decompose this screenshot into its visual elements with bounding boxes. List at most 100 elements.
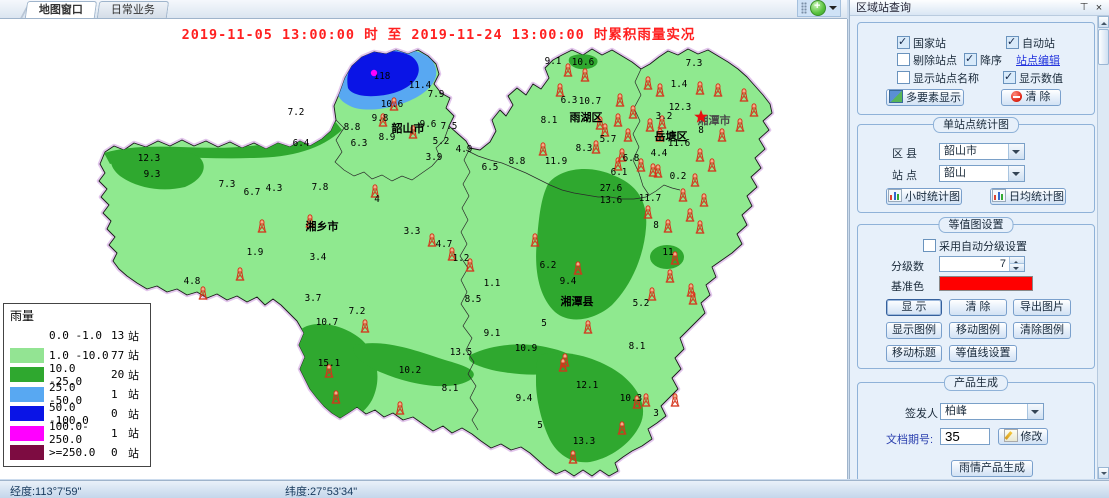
station-value: 8.8 <box>344 122 361 133</box>
modify-button[interactable]: 修改 <box>998 428 1048 445</box>
legend-count: 0 <box>111 407 128 420</box>
station-value: 6.2 <box>540 260 557 271</box>
station-value: 9.1 <box>545 56 562 67</box>
tab-map-window[interactable]: 地图窗口 <box>25 1 97 18</box>
legend-range: >=250.0 <box>49 446 111 459</box>
district-label: 韶山市 <box>392 121 425 135</box>
station-value: 6.1 <box>611 167 628 178</box>
base-color-swatch[interactable] <box>939 276 1033 291</box>
add-button[interactable] <box>810 0 826 16</box>
clear-legend-button[interactable]: 清除图例 <box>1013 322 1071 339</box>
product-generation-group: 产品生成 签发人 柏峰 文档期号: 修改 雨情产品生成 <box>857 382 1095 479</box>
station-value: 10.9 <box>515 343 537 354</box>
bar-chart-icon <box>992 189 1006 202</box>
scroll-up-icon[interactable] <box>1098 16 1109 28</box>
station-value: 4.3 <box>266 183 283 194</box>
clear-icon <box>1011 91 1022 102</box>
rain-product-button[interactable]: 雨情产品生成 <box>951 460 1033 477</box>
station-value: 7.2 <box>349 306 366 317</box>
legend-unit: 站 <box>128 347 139 363</box>
county-dropdown[interactable]: 韶山市 <box>939 143 1025 160</box>
map-canvas[interactable]: 11811.47.910.69.88.88.96.39.67.55.24.93.… <box>0 19 848 479</box>
legend-unit: 站 <box>128 445 139 461</box>
legend-title: 雨量 <box>10 307 150 324</box>
drag-grip-icon[interactable] <box>801 2 807 14</box>
station-value: 5.2 <box>433 136 450 147</box>
move-legend-button[interactable]: 移动图例 <box>949 322 1007 339</box>
spinner-down-icon[interactable] <box>1009 263 1024 271</box>
station-value: 10.3 <box>620 393 642 404</box>
daily-chart-button[interactable]: 日均统计图 <box>990 188 1066 205</box>
station-value: 4.8 <box>184 276 201 287</box>
station-value: 13.3 <box>573 436 595 447</box>
checkbox-auto-grading[interactable] <box>923 239 936 252</box>
legend-row: >=250.00站 <box>10 443 150 463</box>
bar-chart-icon <box>888 189 902 202</box>
pin-icon[interactable]: ⊤ <box>1078 2 1090 14</box>
issuer-dropdown[interactable]: 柏峰 <box>940 403 1044 420</box>
station-value: 6.5 <box>482 162 499 173</box>
station-value: 7.2 <box>288 107 305 118</box>
hourly-chart-button[interactable]: 小时统计图 <box>886 188 962 205</box>
panel-header: 区域站查询 ⊤ × <box>850 0 1109 16</box>
clear-stations-button[interactable]: 清 除 <box>1001 89 1061 106</box>
checkbox-descending[interactable] <box>964 53 977 66</box>
station-edit-link[interactable]: 站点编辑 <box>1016 52 1060 68</box>
move-title-button[interactable]: 移动标题 <box>886 345 942 362</box>
legend-row: 100.0-250.01站 <box>10 424 150 444</box>
dropdown-arrow-icon[interactable] <box>1027 404 1043 419</box>
tab-daily-business[interactable]: 日常业务 <box>97 1 169 18</box>
clear-button[interactable]: 清 除 <box>949 299 1007 316</box>
group-title: 产品生成 <box>944 375 1008 391</box>
label-show-names: 显示站点名称 <box>913 70 979 86</box>
level-count-spinner[interactable]: 7 <box>939 256 1025 272</box>
station-value: 9.4 <box>560 276 577 287</box>
station-value: 4 <box>374 194 380 205</box>
label-national-station: 国家站 <box>913 35 946 51</box>
station-value: 6.3 <box>561 95 578 106</box>
legend-swatch <box>10 328 44 343</box>
station-options-group: 国家站 自动站 剔除站点 降序 站点编辑 显示站点名称 显示数值 多要素显示 清… <box>857 22 1095 115</box>
checkbox-exclude-station[interactable] <box>897 53 910 66</box>
legend-count: 1 <box>111 388 128 401</box>
dropdown-arrow-icon[interactable] <box>1008 166 1024 181</box>
scrollbar-thumb[interactable] <box>1098 29 1109 65</box>
export-image-button[interactable]: 导出图片 <box>1013 299 1071 316</box>
close-icon[interactable]: × <box>1093 2 1105 14</box>
station-value: 5 <box>537 420 543 431</box>
scroll-down-icon[interactable] <box>1098 467 1109 479</box>
legend-swatch <box>10 348 44 363</box>
chevron-down-icon[interactable] <box>829 6 837 14</box>
checkbox-national-station[interactable] <box>897 36 910 49</box>
station-value: 7.9 <box>428 89 445 100</box>
status-bar: 经度:113°7'59" 纬度:27°53'34" <box>0 480 1109 498</box>
legend-unit: 站 <box>128 386 139 402</box>
legend-range: 0.0 -1.0 <box>49 329 111 342</box>
dropdown-arrow-icon[interactable] <box>1008 144 1024 159</box>
show-legend-button[interactable]: 显示图例 <box>886 322 942 339</box>
station-value: 3 <box>653 408 659 419</box>
checkbox-show-values[interactable] <box>1003 71 1016 84</box>
doc-number-input[interactable] <box>940 428 990 445</box>
station-value: 5.7 <box>600 134 617 145</box>
station-value: 1.1 <box>484 278 501 289</box>
station-value: 15.1 <box>318 358 340 369</box>
station-value: 4.9 <box>456 144 473 155</box>
multi-element-button[interactable]: 多要素显示 <box>886 89 964 106</box>
display-button[interactable]: 显 示 <box>886 299 942 316</box>
station-value: 8.3 <box>576 143 593 154</box>
checkbox-show-names[interactable] <box>897 71 910 84</box>
map-toolbar-chip <box>797 0 841 17</box>
station-dropdown[interactable]: 韶山 <box>939 165 1025 182</box>
station-value: 9.1 <box>484 328 501 339</box>
isoline-config-button[interactable]: 等值线设置 <box>949 345 1017 362</box>
station-value: 4.7 <box>436 239 453 250</box>
station-value: 6.8 <box>623 153 640 164</box>
checkbox-auto-station[interactable] <box>1006 36 1019 49</box>
magenta-station-dot <box>371 70 377 76</box>
panel-scrollbar[interactable] <box>1097 16 1109 479</box>
pencil-icon <box>1004 429 1018 442</box>
single-station-group: 单站点统计图 区 县 韶山市 站 点 韶山 小时统计图 日均统计图 <box>857 124 1095 213</box>
station-value: 1.2 <box>453 253 470 264</box>
legend-swatch <box>10 387 44 402</box>
